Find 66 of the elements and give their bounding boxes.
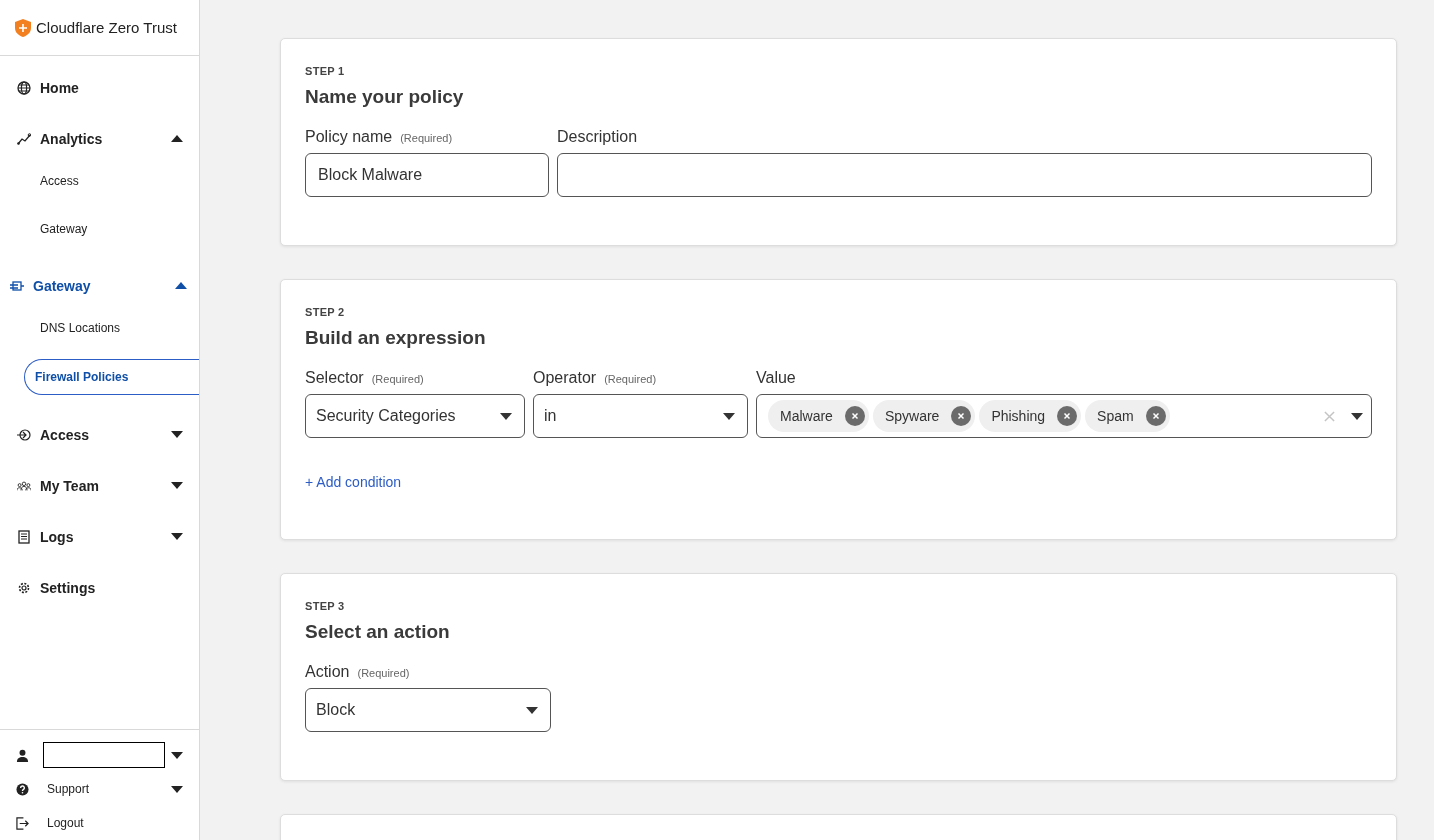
add-condition-link[interactable]: + Add condition: [305, 474, 402, 490]
nav-item[interactable]: My Team: [0, 460, 199, 511]
logout-link[interactable]: Logout: [43, 816, 183, 830]
required-note: (Required): [604, 373, 657, 385]
nav-subitem[interactable]: Access: [24, 164, 199, 198]
input-field[interactable]: [557, 153, 1372, 197]
support-link[interactable]: Support: [43, 782, 171, 796]
required-note: (Required): [357, 667, 410, 679]
nav-item[interactable]: Analytics: [0, 113, 199, 164]
caret-down-icon: [171, 431, 183, 438]
required-note: (Required): [371, 373, 424, 385]
remove-tag-icon[interactable]: [844, 406, 865, 426]
caret-down-icon[interactable]: [171, 751, 183, 759]
caret-down-icon: [171, 533, 183, 540]
field-label: Operator: [533, 369, 597, 387]
step-label: STEP 1: [305, 65, 346, 77]
remove-tag-icon[interactable]: [951, 406, 972, 426]
user-icon: [16, 748, 29, 762]
caret-down-icon: [526, 706, 538, 714]
select-dropdown[interactable]: Block: [305, 688, 551, 732]
caret-up-icon: [175, 282, 187, 289]
step-title: Build an expression: [305, 327, 487, 349]
globe-icon: [17, 80, 31, 95]
nav-subitem[interactable]: DNS Locations: [24, 311, 199, 345]
field-label: Selector: [305, 369, 364, 387]
step-title: Select an action: [305, 621, 451, 643]
tag-chip: Phishing: [979, 400, 1082, 432]
help-icon: [16, 782, 29, 796]
nav-item[interactable]: Home: [0, 62, 199, 113]
nav-item[interactable]: Access: [0, 409, 199, 460]
nav-item[interactable]: Logs: [0, 511, 199, 562]
field-label: Value: [756, 369, 796, 387]
settings-icon: [17, 580, 31, 595]
step-label: STEP 2: [305, 306, 346, 318]
step-label: STEP 3: [305, 600, 346, 612]
gateway-icon: [10, 278, 24, 293]
caret-down-icon: [171, 482, 183, 489]
nav-subitem[interactable]: Gateway: [24, 212, 199, 246]
brand-name: Cloudflare Zero Trust: [36, 19, 177, 36]
field-label: Action: [305, 663, 350, 681]
caret-down-icon: [1351, 412, 1363, 420]
select-dropdown[interactable]: in: [533, 394, 748, 438]
caret-down-icon: [500, 412, 512, 420]
shield-logo-icon: [15, 18, 31, 37]
tag-chip: Malware: [768, 400, 869, 432]
remove-tag-icon[interactable]: [1145, 406, 1166, 426]
field-label: Policy name: [305, 128, 393, 146]
logout-icon: [16, 816, 29, 830]
caret-up-icon: [171, 135, 183, 142]
tag-chip: Spyware: [872, 400, 976, 432]
nav-item[interactable]: Gateway: [0, 260, 199, 311]
input-field[interactable]: Block Malware: [305, 153, 549, 197]
nav-item[interactable]: Settings: [0, 562, 199, 613]
document-icon: [17, 529, 31, 544]
multi-select-field[interactable]: Malware Spyware Phishing Spam: [756, 394, 1372, 438]
required-note: (Required): [400, 132, 453, 144]
caret-down-icon: [723, 412, 735, 420]
sign-in-icon: [17, 427, 31, 442]
line-chart-icon: [17, 131, 31, 146]
step-title: Name your policy: [305, 86, 465, 108]
remove-tag-icon[interactable]: [1057, 406, 1078, 426]
select-dropdown[interactable]: Security Categories: [305, 394, 525, 438]
caret-down-icon[interactable]: [171, 785, 183, 793]
field-label: Description: [557, 128, 638, 146]
tag-chip: Spam: [1085, 400, 1170, 432]
team-icon: [17, 478, 31, 493]
